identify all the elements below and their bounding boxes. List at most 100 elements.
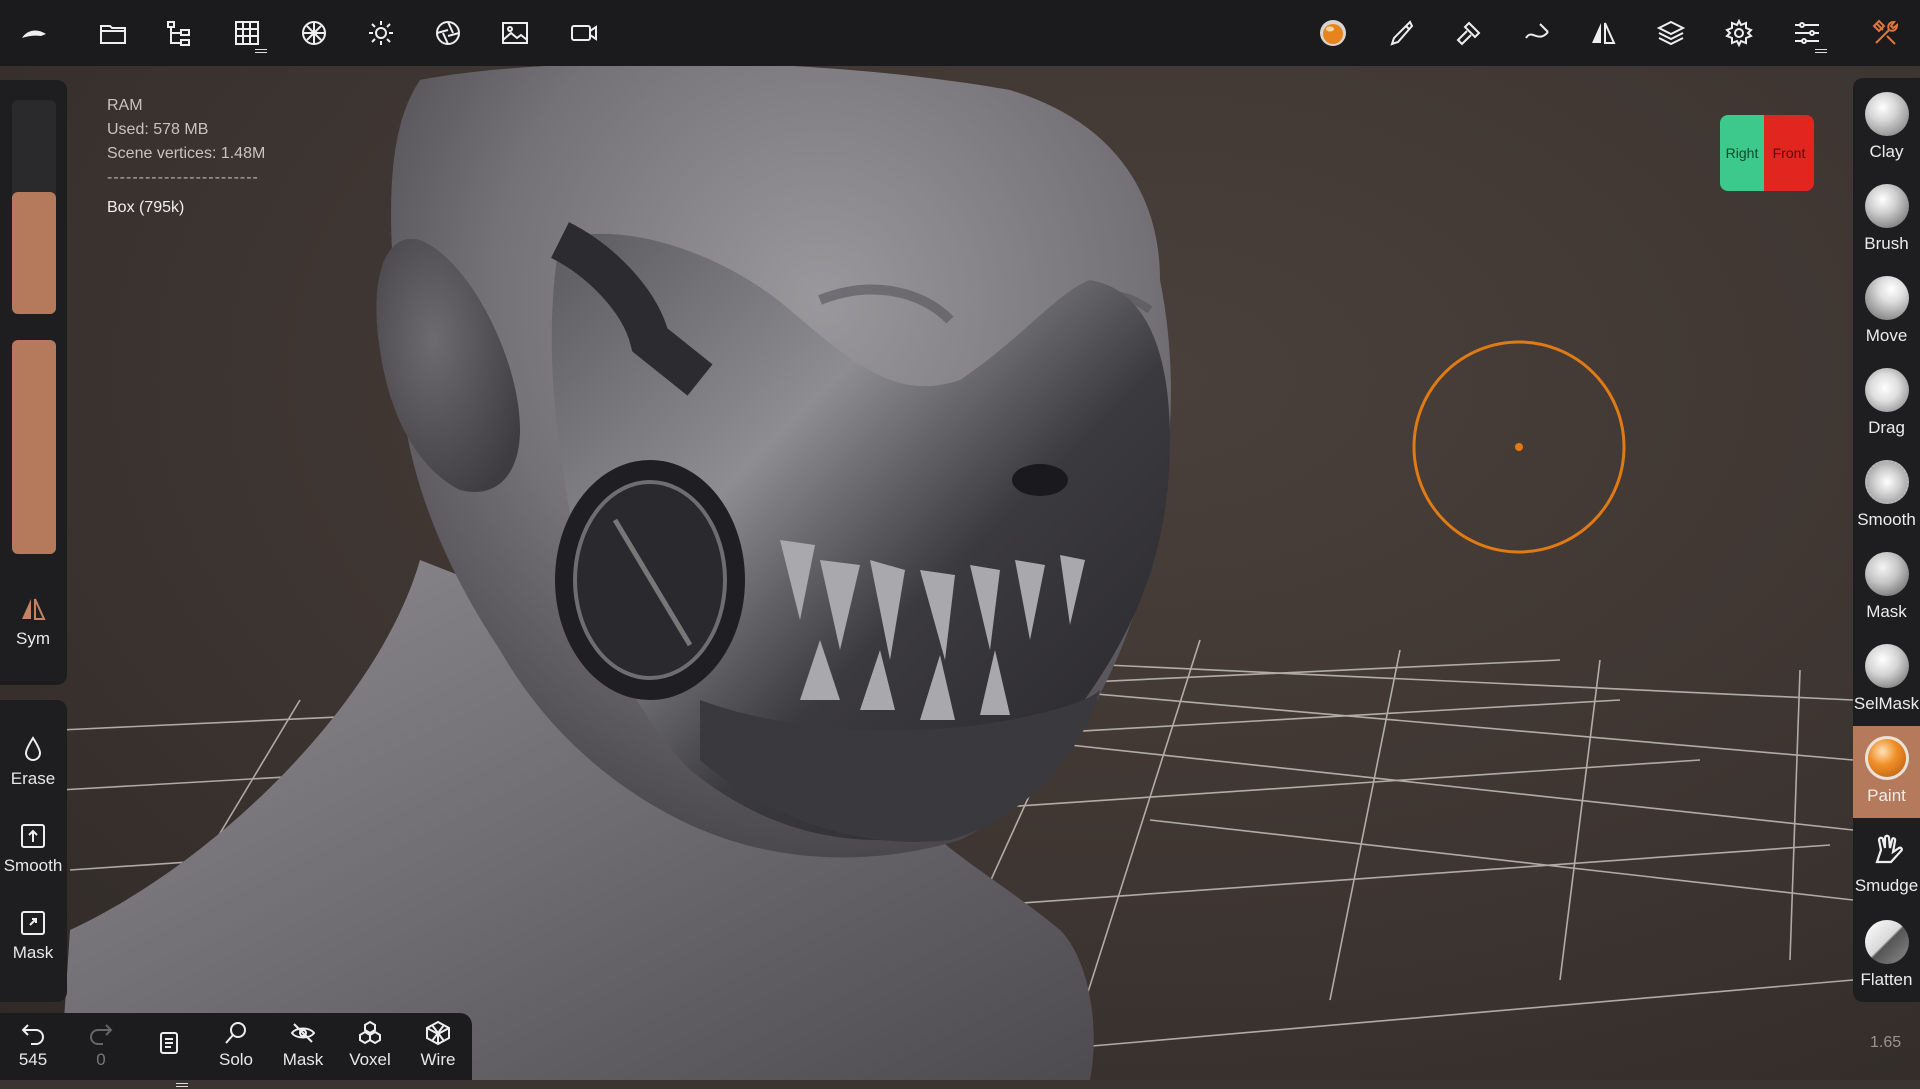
- scene-info: RAM Used: 578 MB Scene vertices: 1.48M -…: [107, 94, 265, 220]
- search-icon: [225, 1022, 246, 1044]
- symmetry-icon: [22, 598, 46, 620]
- tool-label: SelMask: [1853, 694, 1920, 713]
- tool-label: Mask: [1866, 602, 1907, 621]
- solo-button[interactable]: Solo: [203, 1019, 269, 1079]
- document-icon: [160, 1032, 178, 1054]
- tool-move[interactable]: Move: [1853, 266, 1920, 358]
- scene-vertices: Scene vertices: 1.48M: [107, 145, 266, 162]
- erase-button[interactable]: Erase: [0, 735, 66, 789]
- drop-icon: [24, 736, 42, 761]
- undo-count: 545: [18, 1050, 48, 1069]
- grid-icon[interactable]: [223, 9, 271, 57]
- video-camera-icon[interactable]: [560, 9, 608, 57]
- tool-flatten[interactable]: Flatten: [1853, 910, 1920, 1002]
- folder-icon[interactable]: [89, 9, 137, 57]
- tool-panel: Clay Brush Move Drag Smooth Mask SelMask…: [1853, 78, 1920, 1002]
- mask-label: Mask: [12, 943, 54, 962]
- intensity-slider[interactable]: [12, 340, 56, 554]
- redo-icon: [90, 1024, 113, 1045]
- smooth-label: Smooth: [3, 856, 63, 875]
- material-icon[interactable]: [290, 9, 338, 57]
- active-mesh-label: Box (795k): [107, 199, 185, 216]
- zoom-level: 1.65: [1870, 1034, 1902, 1051]
- tool-clay[interactable]: Clay: [1853, 82, 1920, 174]
- drag-icon: [1864, 368, 1909, 412]
- solo-label: Solo: [218, 1050, 254, 1069]
- sym-label: Sym: [16, 629, 50, 648]
- paint-sphere-icon: [1864, 736, 1909, 780]
- bottom-mask-label: Mask: [282, 1050, 324, 1069]
- left-panel-modifiers: Erase Smooth Mask: [0, 700, 67, 1002]
- tool-label: Smooth: [1857, 510, 1916, 529]
- tool-drag[interactable]: Drag: [1853, 358, 1920, 450]
- brush-cursor: [1412, 340, 1626, 554]
- flatten-icon: [1864, 920, 1909, 964]
- stroke-icon[interactable]: [1513, 9, 1561, 57]
- tool-label: Drag: [1868, 418, 1905, 437]
- top-toolbar: [0, 0, 1920, 66]
- ram-used: Used: 578 MB: [107, 121, 209, 138]
- erase-label: Erase: [10, 769, 56, 788]
- brush-sphere-icon: [1864, 184, 1909, 228]
- ram-label: RAM: [107, 97, 143, 114]
- app-logo-icon[interactable]: [10, 9, 58, 57]
- tool-mask[interactable]: Mask: [1853, 542, 1920, 634]
- tool-smudge[interactable]: Smudge: [1853, 818, 1920, 910]
- undo-icon: [21, 1024, 44, 1045]
- bottom-toolbar: 545 0 Solo Mask Voxel Wire: [0, 1013, 472, 1087]
- tools-icon[interactable]: [1862, 9, 1910, 57]
- undo-button[interactable]: 545: [0, 1019, 66, 1079]
- brush-icon[interactable]: [1377, 9, 1425, 57]
- submenu-indicator-icon: [176, 1083, 188, 1087]
- tool-label: Paint: [1867, 786, 1906, 805]
- voxel-label: Voxel: [349, 1050, 391, 1069]
- tool-brush[interactable]: Brush: [1853, 174, 1920, 266]
- brush-center-dot: [1515, 443, 1523, 451]
- settings-icon[interactable]: [1715, 9, 1763, 57]
- tool-label: Brush: [1864, 234, 1909, 253]
- voxel-button[interactable]: Voxel: [337, 1019, 403, 1079]
- scene-tree-icon[interactable]: [156, 9, 204, 57]
- mask-button[interactable]: Mask: [0, 909, 66, 963]
- tool-label: Move: [1865, 326, 1908, 345]
- paint-material-icon[interactable]: [1309, 9, 1357, 57]
- aperture-icon[interactable]: [424, 9, 472, 57]
- tool-paint[interactable]: Paint: [1853, 726, 1920, 818]
- wireframe-icon: [426, 1020, 450, 1046]
- viewport-scene: [59, 62, 1854, 1080]
- light-icon[interactable]: [357, 9, 405, 57]
- orientation-gizmo[interactable]: Right Front: [1720, 115, 1814, 191]
- tool-label: Smudge: [1854, 876, 1919, 895]
- submenu-indicator-icon: [1815, 49, 1827, 53]
- mask-sphere-icon: [1864, 552, 1909, 596]
- sym-button[interactable]: Sym: [0, 595, 66, 649]
- scene-list-button[interactable]: [136, 1019, 202, 1089]
- tool-selmask[interactable]: SelMask: [1853, 634, 1920, 726]
- smooth-button[interactable]: Smooth: [0, 822, 66, 876]
- smudge-icon: [1874, 834, 1903, 864]
- hide-mask-button[interactable]: Mask: [270, 1019, 336, 1079]
- symmetry-icon[interactable]: [1579, 9, 1627, 57]
- sliders-icon[interactable]: [1783, 9, 1831, 57]
- radius-slider[interactable]: [12, 100, 56, 314]
- gizmo-right-face[interactable]: Right: [1720, 115, 1764, 191]
- hammer-icon[interactable]: [1445, 9, 1493, 57]
- eye-off-icon: [290, 1023, 316, 1043]
- 3d-viewport[interactable]: [0, 0, 1920, 1080]
- wire-label: Wire: [420, 1050, 456, 1069]
- move-icon: [1864, 276, 1909, 320]
- info-divider: ------------------------: [107, 169, 259, 186]
- clay-icon: [1864, 92, 1909, 136]
- gizmo-front-face[interactable]: Front: [1764, 115, 1814, 191]
- wire-button[interactable]: Wire: [405, 1019, 471, 1079]
- tool-label: Flatten: [1860, 970, 1913, 989]
- selmask-icon: [1864, 644, 1909, 688]
- redo-button[interactable]: 0: [68, 1019, 134, 1079]
- submenu-indicator-icon: [255, 49, 267, 53]
- radius-slider-fill: [12, 192, 56, 314]
- voxel-cubes-icon: [359, 1020, 381, 1045]
- tool-smooth[interactable]: Smooth: [1853, 450, 1920, 542]
- layers-icon[interactable]: [1647, 9, 1695, 57]
- image-icon[interactable]: [491, 9, 539, 57]
- mask-box-icon: [21, 911, 45, 935]
